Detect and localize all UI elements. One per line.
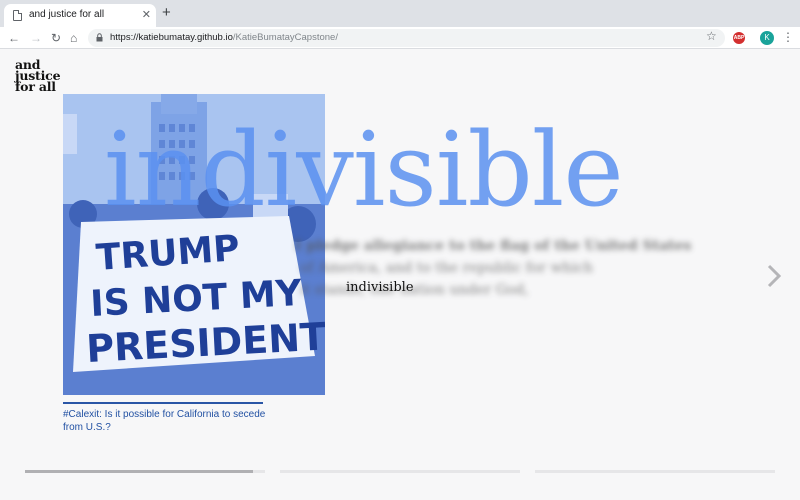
url-text: https://katiebumatay.github.io/KatieBuma… [110, 32, 338, 43]
tab-title: and justice for all [29, 9, 105, 20]
blurred-pledge-line: I pledge allegiance to the flag of the U… [295, 238, 692, 254]
article-link[interactable]: #Calexit: Is it possible for California … [63, 408, 268, 434]
new-tab-button[interactable]: + [162, 5, 171, 21]
forward-button[interactable]: → [30, 30, 42, 46]
highlighted-word: indivisible [346, 280, 414, 295]
back-button[interactable]: ← [8, 30, 20, 46]
profile-avatar[interactable]: K [760, 31, 774, 45]
adblock-extension-icon[interactable]: ABP [733, 32, 745, 44]
chevron-right-icon[interactable] [764, 262, 784, 290]
logo-line: for all [15, 79, 56, 94]
slide-progress-bar[interactable] [280, 470, 520, 473]
lock-icon [96, 33, 103, 42]
browser-menu-icon[interactable]: ⋮ [782, 30, 794, 45]
slide-progress-bar[interactable] [25, 470, 265, 473]
bookmark-star-icon[interactable]: ☆ [706, 29, 717, 43]
browser-toolbar: ← → ↻ ⌂ https://katiebumatay.github.io/K… [0, 27, 800, 49]
blurred-pledge-line: it stands, one nation under God, [300, 282, 529, 298]
document-icon [13, 10, 22, 21]
tab-strip: and justice for all ✕ + [0, 0, 800, 27]
caption-divider [63, 402, 263, 404]
home-button[interactable]: ⌂ [70, 30, 77, 46]
progress-fill [25, 470, 253, 473]
url-path: /KatieBumatayCapstone/ [232, 32, 338, 43]
address-bar[interactable]: https://katiebumatay.github.io/KatieBuma… [88, 29, 725, 47]
blurred-pledge-line: of America, and to the republic for whic… [300, 260, 593, 276]
reload-button[interactable]: ↻ [51, 30, 61, 46]
close-tab-icon[interactable]: ✕ [142, 8, 151, 22]
site-logo[interactable]: and justice for all [15, 58, 61, 94]
browser-tab[interactable]: and justice for all ✕ [4, 4, 156, 27]
headline-word: indivisible [104, 111, 624, 230]
url-host: https://katiebumatay.github.io [110, 32, 233, 43]
page-content: and justice for all TRUMP IS NOT MY PRES… [0, 50, 800, 500]
slide-progress-bar[interactable] [535, 470, 775, 473]
